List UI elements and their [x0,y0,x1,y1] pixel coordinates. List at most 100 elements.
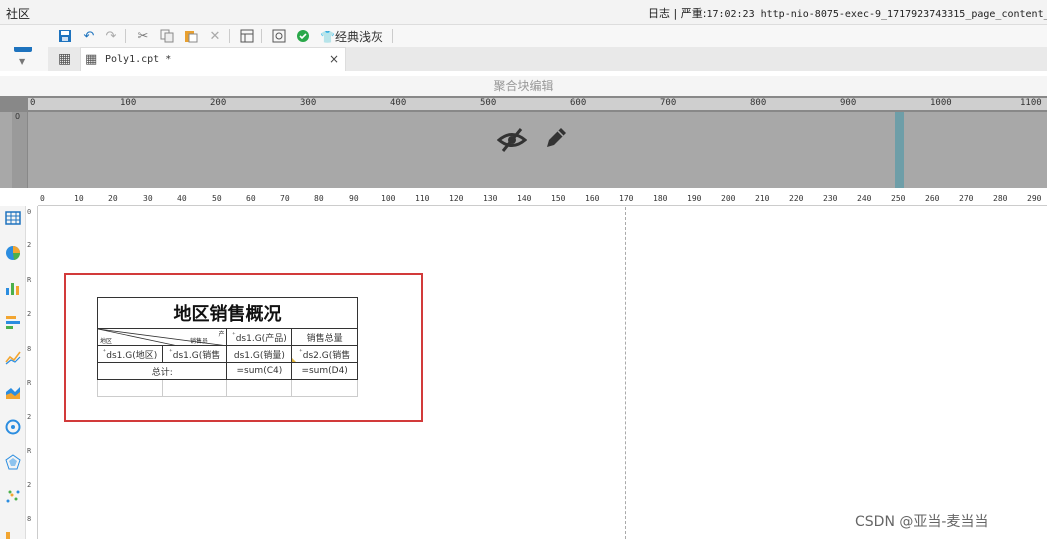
ruler-tick: 50 [212,194,222,203]
save-icon[interactable] [56,27,74,45]
ruler-tick: 230 [823,194,838,203]
title-bar: 社区 日志 | 严重:17:02:23 http-nio-8075-exec-9… [0,0,1047,25]
shirt-icon: 👕 [320,30,335,44]
total-cell[interactable]: ⁺ds2.G(销售 [291,345,358,363]
sum-label-cell[interactable]: 总计: [96,362,228,380]
scatter-chart-icon[interactable] [5,489,21,505]
close-icon[interactable]: × [329,52,339,66]
ruler-tick: 100 [381,194,396,203]
horizontal-ruler: 0 100 200 300 400 500 600 700 800 900 10… [0,96,1047,112]
pie-chart-icon[interactable] [5,245,21,261]
delete-icon[interactable]: ✕ [206,27,224,45]
sum-d4-cell[interactable]: =sum(D4) [291,362,358,380]
ruler-track: 0 100 200 300 400 500 600 700 800 900 10… [28,98,1047,110]
salesman-cell-text: ds1.G(销售 [172,350,221,361]
gauge-chart-icon[interactable] [5,419,21,435]
table-widget-icon[interactable] [5,210,21,226]
ruler-tick: 2 [27,413,32,421]
area-chart-icon[interactable] [5,384,21,400]
toolbar: ↶ ↷ ✂ ✕ 👕经典浅灰 [0,25,1047,47]
ruler-tick: 0 [40,194,45,203]
radar-chart-icon[interactable] [5,454,21,470]
ruler-tick: 0 [15,112,21,121]
severity-label: 严重: [680,7,707,20]
empty-cell[interactable] [291,379,358,397]
ruler-tick: 900 [840,98,857,108]
ruler-tick: 280 [993,194,1008,203]
region-cell-text: ds1.G(地区) [106,350,158,361]
ruler-tick: 2 [27,481,32,489]
ruler-tick: 150 [551,194,566,203]
ruler-tick: 250 [891,194,906,203]
widget-sidebar [0,206,26,539]
sum-c4-cell[interactable]: =sum(C4) [226,362,293,380]
salesman-cell[interactable]: ⁺ds1.G(销售 [161,345,228,363]
total-cell-text: ds2.G(销售 [302,350,351,361]
ruler-tick: 0 [27,208,32,216]
diag-region-label: 地区 [100,338,113,345]
template-icon[interactable] [238,27,256,45]
ruler-tick: 20 [108,194,118,203]
log-status: 日志 | 严重:17:02:23 http-nio-8075-exec-9_17… [648,5,1047,21]
ruler-tick: 400 [390,98,407,108]
diag-sales-label: 销售员 [190,338,209,345]
ruler-tick: 260 [925,194,940,203]
undo-icon[interactable]: ↶ [80,27,98,45]
empty-cell[interactable] [97,379,163,397]
tab-bar: ▦ ▦ Poly1.cpt * × [48,47,1047,71]
region-cell[interactable]: ⁺ds1.G(地区) [97,345,163,363]
vertical-ruler: 0 [12,112,28,188]
ruler-tick: R [27,276,32,284]
selection-bar[interactable] [895,112,904,188]
ruler-tick: 110 [415,194,430,203]
ruler-tick: 210 [755,194,770,203]
preview-icon[interactable] [270,27,288,45]
tab-poly1[interactable]: ▦ Poly1.cpt * × [80,47,346,71]
theme-button[interactable]: 👕经典浅灰 [320,28,383,45]
horizontal-bar-icon[interactable] [5,314,21,330]
empty-cell[interactable] [161,379,228,397]
ruler-tick: 0 [30,98,36,108]
cut-icon[interactable]: ✂ [134,27,152,45]
sheet-vertical-ruler: 0 2 R 2 8 R 2 R 2 8 [26,206,38,539]
bar-chart-icon[interactable] [5,280,21,296]
ruler-tick: 70 [280,194,290,203]
sheet-horizontal-ruler: 0 10 20 30 40 50 60 70 80 90 100 110 120… [38,194,1047,206]
report-title-cell[interactable]: 地区销售概况 [97,297,358,329]
redo-icon[interactable]: ↷ [102,27,120,45]
log-separator: | [673,7,678,20]
diagonal-header-cell[interactable]: 地区 产 销售员 [96,328,228,346]
paste-icon[interactable] [182,27,200,45]
ruler-tick: 10 [74,194,84,203]
ruler-tick: 8 [27,515,32,523]
ruler-tick: R [27,379,32,387]
ruler-tick: 1000 [930,98,952,108]
line-chart-icon[interactable] [5,349,21,365]
ruler-tick: 270 [959,194,974,203]
toolbar-divider [125,29,126,43]
ruler-tick: 8 [27,345,32,353]
ruler-tick: 90 [349,194,359,203]
report-table[interactable]: 地区销售概况 地区 产 销售员 ⁺ds1.G(产品) 销售总量 ⁺ds1.G(地… [96,297,358,397]
ruler-tick: 190 [687,194,702,203]
more-widgets-icon[interactable] [5,524,21,540]
log-label[interactable]: 日志 [648,7,670,20]
check-icon[interactable] [294,27,312,45]
grid-icon[interactable]: ▦ [58,51,71,67]
eye-hidden-icon[interactable] [496,127,528,160]
empty-cell[interactable] [226,379,293,397]
ruler-tick: 120 [449,194,464,203]
ruler-tick: 60 [246,194,256,203]
sales-cell[interactable]: ds1.G(销量) [226,345,293,363]
ruler-tick: 160 [585,194,600,203]
community-link[interactable]: 社区 [6,5,30,22]
chevron-down-icon[interactable]: ▼ [19,57,25,66]
formula-marker-icon [292,358,297,362]
total-header-cell[interactable]: 销售总量 [291,328,358,346]
poly-editor-title: 聚合块编辑 [0,76,1047,96]
pencil-icon[interactable] [543,125,569,158]
ruler-tick: 500 [480,98,497,108]
copy-icon[interactable] [158,27,176,45]
poly-block-area[interactable]: 0 [0,112,1047,188]
product-header-cell[interactable]: ⁺ds1.G(产品) [226,328,293,346]
